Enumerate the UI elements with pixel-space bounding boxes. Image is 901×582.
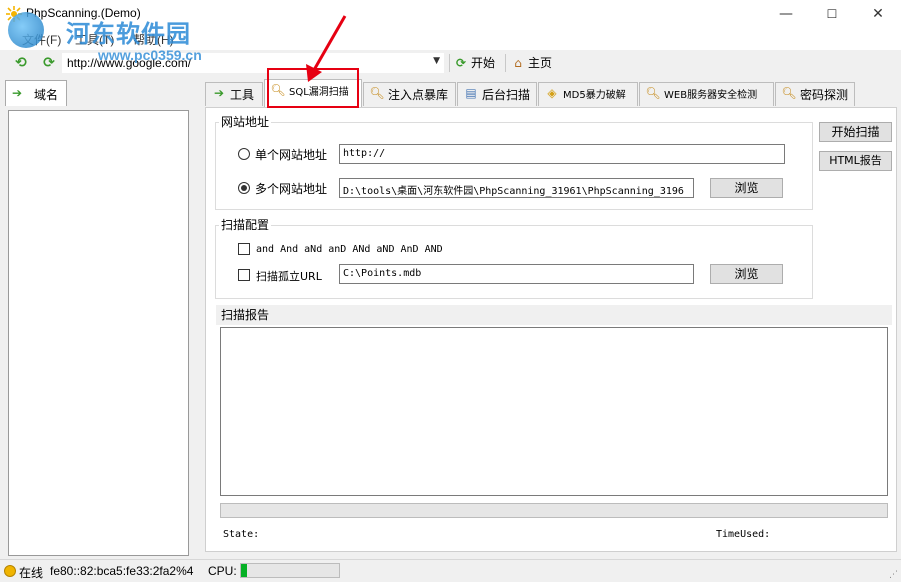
report-output[interactable] xyxy=(220,327,888,496)
cpu-label: CPU: xyxy=(208,564,237,578)
online-status-icon xyxy=(4,565,16,577)
menu-bar: 文件(F) 工具(T) 帮助(H) xyxy=(0,28,901,50)
report-header xyxy=(216,305,892,325)
tab-sql-scan[interactable]: 🔍︎ SQL漏洞扫描 xyxy=(264,79,362,107)
title-bar: PhpScanning.(Demo) — ☐ ✕ xyxy=(0,0,901,28)
back-icon[interactable]: ⟲ xyxy=(12,54,30,72)
home-label: 主页 xyxy=(528,56,553,70)
tab-label: 工具 xyxy=(230,88,255,102)
toolbar-divider xyxy=(505,54,506,72)
scan-config-title: 扫描配置 xyxy=(219,216,272,233)
report-title: 扫描报告 xyxy=(219,306,272,323)
url-input[interactable]: http://www.google.com/ ▼ xyxy=(62,53,444,73)
single-site-input[interactable]: http:// xyxy=(339,144,785,164)
tab-label: WEB服务器安全检测 xyxy=(664,90,758,101)
tab-injection-dump[interactable]: 🔍︎ 注入点暴库 xyxy=(363,82,456,106)
isolated-url-checkbox[interactable] xyxy=(238,269,250,281)
start-button[interactable]: ⟳ 开始 xyxy=(453,54,495,72)
toolbar: ⟲ ⟳ http://www.google.com/ ▼ ⟳ 开始 ⌂ 主页 xyxy=(0,50,901,76)
tab-label: 后台扫描 xyxy=(482,88,531,102)
isolated-url-input[interactable]: C:\Points.mdb xyxy=(339,264,694,284)
cpu-usage-fill xyxy=(241,564,247,577)
tab-admin-scan[interactable]: ▤ 后台扫描 xyxy=(457,82,537,106)
tab-tools[interactable]: ➔ 工具 xyxy=(205,82,263,106)
resize-grip-icon[interactable]: ⋰ xyxy=(889,570,898,580)
tab-domain[interactable]: ➔ 域名 xyxy=(5,80,67,106)
online-status: 在线 xyxy=(19,566,44,580)
menu-file[interactable]: 文件(F) xyxy=(22,31,61,48)
arrow-right-icon: ➔ xyxy=(12,86,23,100)
tab-label: MD5暴力破解 xyxy=(563,90,626,101)
tab-label: 密码探测 xyxy=(800,88,849,102)
tab-label: SQL漏洞扫描 xyxy=(289,87,349,98)
chevron-down-icon[interactable]: ▼ xyxy=(433,56,440,66)
window-title: PhpScanning.(Demo) xyxy=(26,6,141,20)
multi-site-label: 多个网站地址 xyxy=(255,182,328,196)
start-scan-button[interactable]: 开始扫描 xyxy=(819,122,892,142)
tab-label: 注入点暴库 xyxy=(388,88,449,102)
refresh-icon: ⟳ xyxy=(455,56,467,70)
box-icon: ◈ xyxy=(547,86,557,100)
start-label: 开始 xyxy=(471,56,496,70)
sql-scan-panel: 网站地址 单个网站地址 http:// 多个网站地址 D:\tools\桌面\河… xyxy=(205,107,897,552)
home-button[interactable]: ⌂ 主页 xyxy=(510,54,552,72)
forward-icon[interactable]: ⟳ xyxy=(40,54,58,72)
ip-address: fe80::82:bca5:fe33:2fa2%4 xyxy=(50,564,194,578)
app-icon xyxy=(6,6,22,22)
status-bar: 在线 fe80::82:bca5:fe33:2fa2%4 CPU: ⋰ xyxy=(0,559,901,582)
and-variants-checkbox[interactable] xyxy=(238,243,250,255)
multi-site-radio[interactable] xyxy=(238,182,250,194)
search-icon: 🔍︎ xyxy=(645,86,661,100)
tab-web-security[interactable]: 🔍︎ WEB服务器安全检测 xyxy=(639,82,774,106)
site-address-title: 网站地址 xyxy=(219,113,272,130)
state-label: State: xyxy=(223,529,260,540)
menu-help[interactable]: 帮助(H) xyxy=(133,31,174,48)
browse-button-2[interactable]: 浏览 xyxy=(710,264,783,284)
isolated-url-label: 扫描孤立URL xyxy=(256,270,322,283)
menu-tools[interactable]: 工具(T) xyxy=(75,31,114,48)
timeused-label: TimeUsed: xyxy=(716,529,771,540)
toolbar-divider xyxy=(449,54,450,72)
search-icon: 🔍︎ xyxy=(270,83,286,97)
arrow-icon: ➔ xyxy=(213,86,225,100)
tab-password-probe[interactable]: 🔍︎ 密码探测 xyxy=(775,82,855,106)
single-site-label: 单个网站地址 xyxy=(255,148,328,162)
cpu-usage-bar xyxy=(240,563,340,578)
browse-button[interactable]: 浏览 xyxy=(710,178,783,198)
tab-strip: ➔ 工具 🔍︎ SQL漏洞扫描 🔍︎ 注入点暴库 ▤ 后台扫描 ◈ MD5暴力破… xyxy=(205,79,861,108)
single-site-radio[interactable] xyxy=(238,148,250,160)
tab-domain-label: 域名 xyxy=(34,88,59,102)
database-icon: ▤ xyxy=(465,86,477,100)
maximize-button[interactable]: ☐ xyxy=(809,0,855,28)
html-report-button[interactable]: HTML报告 xyxy=(819,151,892,171)
search-icon: 🔍︎ xyxy=(369,86,385,100)
isolated-url-value: C:\Points.mdb xyxy=(343,268,422,279)
and-variants-label: and And aNd anD ANd aND AnD AND xyxy=(256,244,443,255)
single-site-value: http:// xyxy=(343,148,386,159)
url-text: http://www.google.com/ xyxy=(67,56,192,70)
multi-site-value: D:\tools\桌面\河东软件园\PhpScanning_31961\PhpS… xyxy=(343,186,684,197)
tab-md5-crack[interactable]: ◈ MD5暴力破解 xyxy=(538,82,638,106)
scan-progress-bar xyxy=(220,503,888,518)
minimize-button[interactable]: — xyxy=(763,0,809,28)
search-icon: 🔍︎ xyxy=(781,86,797,100)
domain-list[interactable] xyxy=(8,110,189,556)
multi-site-input[interactable]: D:\tools\桌面\河东软件园\PhpScanning_31961\PhpS… xyxy=(339,178,694,198)
close-button[interactable]: ✕ xyxy=(855,0,901,28)
scan-config-group xyxy=(215,225,813,299)
home-icon: ⌂ xyxy=(514,56,522,70)
